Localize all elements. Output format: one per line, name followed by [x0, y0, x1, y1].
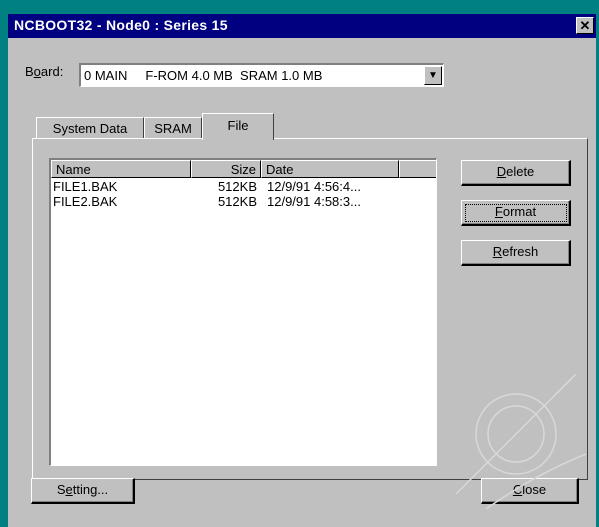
- chevron-down-icon[interactable]: ▼: [424, 66, 442, 85]
- file-date: 12/9/91 4:58:3...: [267, 194, 361, 209]
- tab-file[interactable]: File: [202, 113, 274, 140]
- close-button[interactable]: Close: [481, 478, 579, 504]
- tab-sram[interactable]: SRAM: [144, 117, 202, 140]
- dialog-window: NCBOOT32 - Node0 : Series 15 ✕ Board: 0 …: [0, 0, 599, 527]
- column-header-size[interactable]: Size: [191, 160, 261, 178]
- title-bar[interactable]: NCBOOT32 - Node0 : Series 15 ✕: [8, 14, 596, 38]
- column-header-filler: [399, 160, 436, 178]
- file-size: 512KB: [217, 194, 257, 209]
- column-header-date[interactable]: Date: [261, 160, 399, 178]
- file-name: FILE2.BAK: [53, 194, 118, 209]
- file-tab-panel: Name Size Date FILE1.BAK 512KB 12/9/91 4…: [32, 138, 588, 480]
- file-name: FILE1.BAK: [53, 179, 118, 194]
- board-select-value: 0 MAIN F-ROM 4.0 MB SRAM 1.0 MB: [84, 68, 323, 83]
- file-list[interactable]: Name Size Date FILE1.BAK 512KB 12/9/91 4…: [49, 158, 437, 466]
- refresh-button[interactable]: Refresh: [461, 240, 571, 266]
- file-list-header: Name Size Date: [51, 160, 436, 178]
- window-title: NCBOOT32 - Node0 : Series 15: [14, 17, 228, 33]
- delete-button[interactable]: Delete: [461, 160, 571, 186]
- format-button[interactable]: Format: [461, 200, 571, 226]
- dialog-client-area: Board: 0 MAIN F-ROM 4.0 MB SRAM 1.0 MB ▼…: [8, 38, 596, 527]
- table-row[interactable]: FILE2.BAK 512KB 12/9/91 4:58:3...: [51, 194, 436, 209]
- board-select[interactable]: 0 MAIN F-ROM 4.0 MB SRAM 1.0 MB ▼: [79, 63, 444, 87]
- setting-button[interactable]: Setting...: [31, 478, 135, 504]
- file-size: 512KB: [217, 179, 257, 194]
- table-row[interactable]: FILE1.BAK 512KB 12/9/91 4:56:4...: [51, 179, 436, 194]
- close-icon[interactable]: ✕: [576, 17, 594, 34]
- column-header-name[interactable]: Name: [51, 160, 191, 178]
- file-date: 12/9/91 4:56:4...: [267, 179, 361, 194]
- tab-system-data[interactable]: System Data: [36, 117, 144, 140]
- board-label: Board:: [25, 64, 64, 79]
